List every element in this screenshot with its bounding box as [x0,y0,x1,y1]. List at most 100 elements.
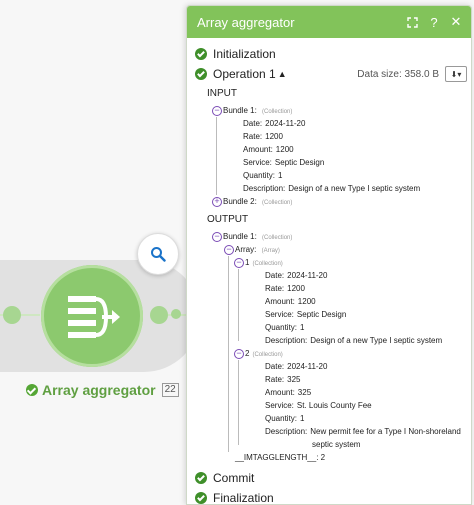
tree-key: Rate: [265,375,285,384]
tree-key: Service: [265,401,294,410]
phase-commit[interactable]: Commit [195,468,471,488]
tree-key: Description: [265,336,308,345]
module-name: Array aggregator [42,382,156,398]
tree-value: 1 [278,171,283,180]
tree-field[interactable]: Amount: 1200 [195,295,471,308]
output-array-item[interactable]: −2 (Collection) [195,347,471,360]
execution-inspector-panel: Array aggregator ? ✕ Initialization Oper… [186,5,472,505]
expand-icon[interactable]: + [212,197,222,207]
tree-key: Rate: [265,284,285,293]
tree-type: (Collection) [262,109,293,115]
module-id-badge: 22 [161,383,179,397]
tree-type: (Collection) [252,261,283,267]
tree-value: 2024-11-20 [265,119,306,128]
search-icon [151,247,166,262]
tree-key: Amount: [265,297,295,306]
input-tree: − Bundle 1: (Collection) Date: 2024-11-20… [195,104,471,208]
tree-field[interactable]: Description: Design of a new Type I septi… [195,334,471,347]
tree-key: 1 [245,258,250,267]
collapse-icon[interactable]: − [234,258,244,268]
tree-value: Septic Design [296,310,347,319]
inspect-bubble[interactable] [137,233,179,275]
tree-value: 1200 [265,132,283,141]
collapse-icon[interactable]: − [234,349,244,359]
tree-key: 2 [245,349,250,358]
output-array-item[interactable]: −1 (Collection) [195,256,471,269]
collapse-icon[interactable]: − [224,245,234,255]
tree-value: 325 [287,375,301,384]
output-array[interactable]: − Array: (Array) [195,243,471,256]
tree-value: 325 [297,388,312,397]
tree-key: Rate: [243,132,263,141]
input-bundle-1[interactable]: − Bundle 1: (Collection) [195,104,471,117]
tree-value: 1200 [297,297,316,306]
output-length: __IMTAGGLENGTH__: 2 [195,451,471,464]
tree-type: (Collection) [262,200,293,206]
phase-finalization[interactable]: Finalization [195,488,471,504]
collapse-icon[interactable]: − [212,232,222,242]
help-icon[interactable]: ? [423,11,445,33]
tree-key: __IMTAGGLENGTH__: [235,453,319,462]
phase-check-icon [195,68,207,80]
panel-body: Initialization Operation 1 ▲ Data size: … [187,38,471,504]
tree-value: St. Louis County Fee [296,401,372,410]
phase-initialization[interactable]: Initialization [195,44,471,64]
tree-field[interactable]: Service: Septic Design [195,156,471,169]
panel-title: Array aggregator [197,14,295,30]
tree-value: Septic Design [274,158,325,167]
expand-icon[interactable] [401,11,423,33]
data-size-info: Data size: 358.0 B ⬇▾ [357,64,467,84]
tree-value-continuation: septic system [312,440,361,449]
tree-key: Quantity: [243,171,276,180]
tree-key: Amount: [243,145,273,154]
aggregator-icon [68,296,120,338]
tree-field[interactable]: Amount: 1200 [195,143,471,156]
tree-value: 2024-11-20 [287,271,328,280]
tree-field[interactable]: Service: Septic Design [195,308,471,321]
tree-type: (Collection) [262,235,293,241]
output-tree: − Bundle 1: (Collection) − Array: (Array… [195,230,471,464]
module-label[interactable]: Array aggregator 22 [26,382,179,398]
tree-field[interactable]: Service: St. Louis County Fee [195,399,471,412]
output-bundle-1[interactable]: − Bundle 1: (Collection) [195,230,471,243]
tree-field[interactable]: Description: Design of a new Type I septi… [195,182,471,195]
tree-field[interactable]: Description: New permit fee for a Type I … [195,425,471,438]
data-size-label: Data size: 358.0 B [357,68,439,80]
connector-dot-left[interactable] [3,306,21,324]
phase-check-icon [195,472,207,484]
tree-key: Date: [243,119,263,128]
collapse-icon[interactable]: − [212,106,222,116]
download-icon[interactable]: ⬇▾ [445,66,467,82]
tree-field[interactable]: Rate: 1200 [195,282,471,295]
tree-key: Description: [265,427,308,436]
tree-field[interactable]: Rate: 1200 [195,130,471,143]
input-bundle-2[interactable]: + Bundle 2: (Collection) [195,195,471,208]
tree-field[interactable]: Quantity: 1 [195,169,471,182]
tree-field[interactable]: Quantity: 1 [195,412,471,425]
phase-operation-1[interactable]: Operation 1 ▲ Data size: 358.0 B ⬇▾ [195,64,471,84]
connector-dot-small[interactable] [171,309,181,319]
tree-field[interactable]: Date: 2024-11-20 [195,117,471,130]
close-icon[interactable]: ✕ [445,11,467,33]
tree-key: Array: [235,245,257,254]
caret-up-icon[interactable]: ▲ [278,69,287,79]
tree-value: Design of a new Type I septic system [310,336,443,345]
tree-field[interactable]: Amount: 325 [195,386,471,399]
tree-key: Date: [265,362,285,371]
phase-label: Initialization [213,47,276,61]
module-array-aggregator[interactable] [41,265,143,367]
connector-dot-right[interactable] [150,306,168,324]
tree-field[interactable]: Rate: 325 [195,373,471,386]
tree-value: 1200 [275,145,294,154]
tree-key: Description: [243,184,286,193]
input-section-title: INPUT [207,88,237,99]
tree-key: Bundle 2: [223,197,257,206]
tree-key: Quantity: [265,414,298,423]
tree-value: 1 [300,323,305,332]
tree-key: Bundle 1: [223,232,257,241]
tree-value: 1 [300,414,305,423]
tree-field[interactable]: Date: 2024-11-20 [195,269,471,282]
phase-label: Commit [213,471,255,485]
tree-field[interactable]: Date: 2024-11-20 [195,360,471,373]
tree-field[interactable]: Quantity: 1 [195,321,471,334]
